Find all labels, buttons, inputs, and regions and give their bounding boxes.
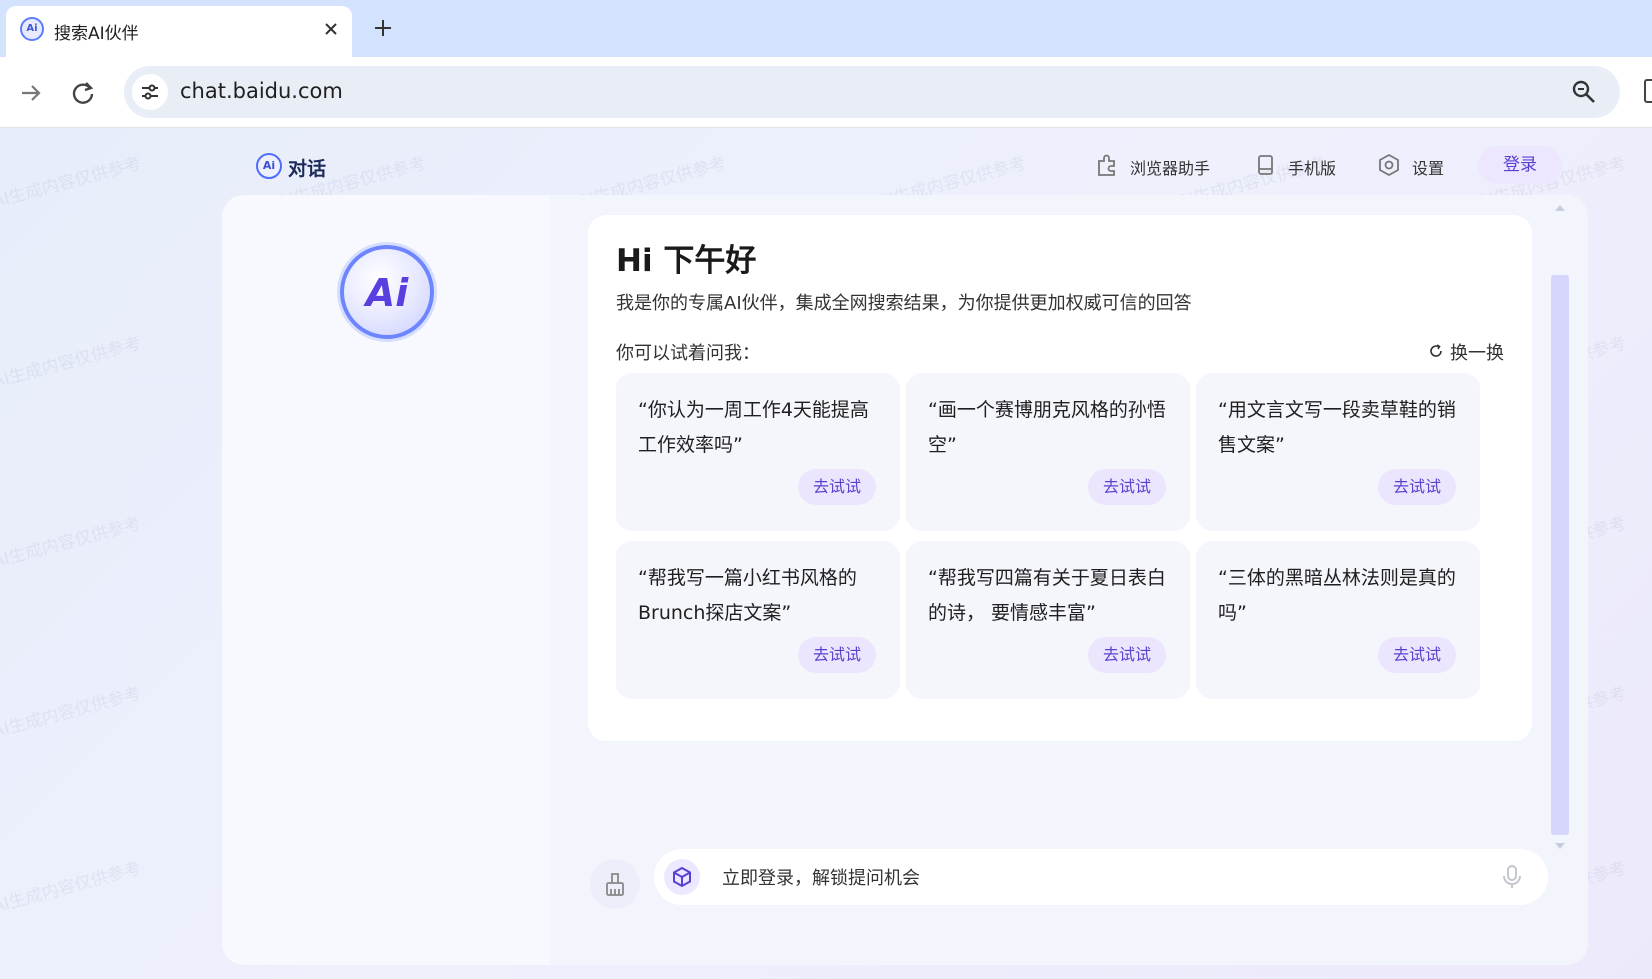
- ai-avatar: Ai: [340, 245, 434, 339]
- gear-icon: [1376, 152, 1402, 178]
- suggestion-card[interactable]: “用文言文写一段卖草鞋的销售文案” 去试试: [1196, 373, 1480, 531]
- chat-input[interactable]: 立即登录，解锁提问机会: [654, 849, 1548, 905]
- scrollbar[interactable]: [1550, 205, 1570, 855]
- microphone-icon[interactable]: [1498, 863, 1526, 891]
- main-panel: Ai Hi 下午好 我是你的专属AI伙伴，集成全网搜索结果，为你提供更加权威可信…: [222, 195, 1588, 965]
- side-panel-icon[interactable]: [1644, 79, 1652, 103]
- address-bar[interactable]: chat.baidu.com: [124, 66, 1620, 118]
- nav-label: 浏览器助手: [1130, 159, 1211, 178]
- watermark: AI生成内容仅供参考: [0, 683, 144, 743]
- tune-icon[interactable]: [132, 74, 168, 110]
- phone-icon: [1252, 152, 1278, 178]
- welcome-card: Hi 下午好 我是你的专属AI伙伴，集成全网搜索结果，为你提供更加权威可信的回答…: [588, 215, 1532, 741]
- try-label: 你可以试着问我：: [616, 343, 760, 364]
- suggestion-card[interactable]: “帮我写四篇有关于夏日表白的诗， 要情感丰富” 去试试: [906, 541, 1190, 699]
- suggestion-card[interactable]: “你认为一周工作4天能提高工作效率吗” 去试试: [616, 373, 900, 531]
- close-icon[interactable]: [318, 16, 344, 42]
- scroll-up-icon[interactable]: [1555, 205, 1565, 211]
- try-button[interactable]: 去试试: [798, 469, 876, 505]
- watermark: AI生成内容仅供参考: [0, 333, 144, 393]
- reload-icon[interactable]: [66, 76, 100, 110]
- cube-icon: [664, 859, 700, 895]
- suggestion-text: “用文言文写一段卖草鞋的销售文案”: [1218, 399, 1456, 456]
- input-placeholder[interactable]: 立即登录，解锁提问机会: [722, 864, 920, 890]
- chat-area: Hi 下午好 我是你的专属AI伙伴，集成全网搜索结果，为你提供更加权威可信的回答…: [550, 195, 1588, 965]
- scroll-down-icon[interactable]: [1555, 843, 1565, 849]
- try-button[interactable]: 去试试: [798, 637, 876, 673]
- avatar-text: Ai: [365, 271, 409, 315]
- plus-icon[interactable]: [368, 13, 398, 43]
- brand-logo: Ai: [256, 153, 282, 179]
- suggestion-text: “三体的黑暗丛林法则是真的吗”: [1218, 567, 1456, 624]
- browser-tab-strip: Ai 搜索AI伙伴: [0, 0, 1652, 57]
- login-button[interactable]: 登录: [1478, 146, 1562, 184]
- browser-toolbar: chat.baidu.com: [0, 57, 1652, 128]
- scrollbar-thumb[interactable]: [1551, 275, 1569, 835]
- suggestion-text: “画一个赛博朋克风格的孙悟空”: [928, 399, 1166, 456]
- suggestion-card[interactable]: “三体的黑暗丛林法则是真的吗” 去试试: [1196, 541, 1480, 699]
- tab-title: 搜索AI伙伴: [54, 24, 139, 44]
- refresh-icon: [1428, 343, 1444, 359]
- greeting: Hi 下午好: [616, 243, 757, 279]
- ai-favicon-icon: Ai: [20, 17, 44, 41]
- nav-label: 设置: [1412, 159, 1445, 178]
- intro-text: 我是你的专属AI伙伴，集成全网搜索结果，为你提供更加权威可信的回答: [616, 293, 1192, 314]
- try-button[interactable]: 去试试: [1378, 637, 1456, 673]
- page: AI生成内容仅供参考 AI生成内容仅供参考 AI生成内容仅供参考 AI生成内容仅…: [0, 128, 1652, 979]
- sidebar: Ai: [222, 195, 550, 965]
- watermark: AI生成内容仅供参考: [0, 513, 144, 573]
- zoom-icon[interactable]: [1570, 78, 1598, 106]
- suggestion-text: “帮我写四篇有关于夏日表白的诗， 要情感丰富”: [928, 567, 1166, 624]
- url-text[interactable]: chat.baidu.com: [180, 79, 343, 103]
- watermark: AI生成内容仅供参考: [0, 153, 144, 213]
- nav-label: 手机版: [1288, 159, 1337, 178]
- refresh-label: 换一换: [1450, 343, 1504, 364]
- suggestion-card[interactable]: “画一个赛博朋克风格的孙悟空” 去试试: [906, 373, 1190, 531]
- suggestion-text: “帮我写一篇小红书风格的Brunch探店文案”: [638, 567, 857, 624]
- arrow-right-icon[interactable]: [14, 76, 48, 110]
- try-button[interactable]: 去试试: [1378, 469, 1456, 505]
- try-button[interactable]: 去试试: [1088, 469, 1166, 505]
- suggestion-text: “你认为一周工作4天能提高工作效率吗”: [638, 399, 869, 456]
- try-button[interactable]: 去试试: [1088, 637, 1166, 673]
- browser-tab[interactable]: Ai 搜索AI伙伴: [6, 6, 352, 57]
- brand-title: 对话: [288, 158, 327, 180]
- broom-icon[interactable]: [590, 859, 640, 909]
- suggestion-card[interactable]: “帮我写一篇小红书风格的Brunch探店文案” 去试试: [616, 541, 900, 699]
- watermark: AI生成内容仅供参考: [0, 858, 144, 918]
- puzzle-icon: [1094, 152, 1120, 178]
